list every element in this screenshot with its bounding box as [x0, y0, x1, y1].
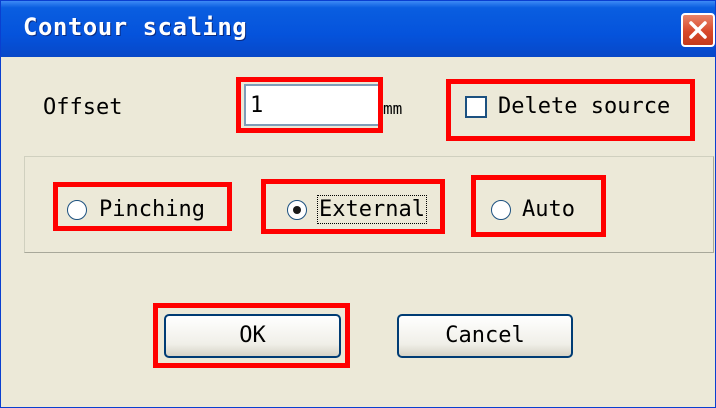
- external-highlight: [261, 179, 445, 234]
- auto-highlight: [471, 175, 606, 237]
- cancel-button[interactable]: Cancel: [397, 314, 573, 358]
- pinching-highlight: [53, 182, 232, 231]
- offset-highlight: [236, 77, 383, 133]
- close-button[interactable]: [681, 13, 715, 47]
- window-title: Contour scaling: [23, 13, 248, 41]
- close-icon: [689, 21, 707, 39]
- title-bar[interactable]: Contour scaling: [1, 1, 715, 57]
- offset-unit: mm: [383, 99, 403, 118]
- offset-label: Offset: [43, 95, 123, 120]
- delete-source-highlight: [446, 79, 695, 141]
- ok-highlight: [153, 303, 350, 368]
- contour-scaling-dialog: Contour scaling Offset mm Delete source …: [0, 0, 716, 408]
